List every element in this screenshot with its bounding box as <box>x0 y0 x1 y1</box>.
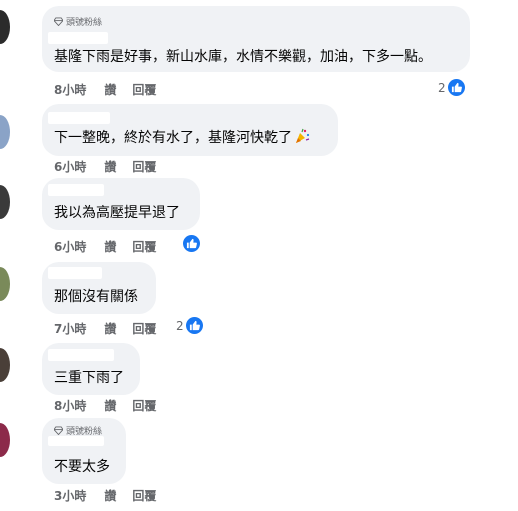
comment-actions: 7小時 讚 回覆 <box>54 320 156 337</box>
avatar[interactable] <box>0 348 10 382</box>
comment-actions: 3小時 讚 回覆 <box>54 487 156 504</box>
commenter-name[interactable] <box>48 184 104 196</box>
comment-text: 那個沒有關係 <box>54 289 138 305</box>
reply-button[interactable]: 回覆 <box>132 81 156 98</box>
comment-text: 下一整晚，終於有水了，基隆河快乾了 <box>54 128 310 147</box>
thumbs-up-icon <box>185 317 203 334</box>
comment-timestamp[interactable]: 8小時 <box>54 397 86 414</box>
comment-bubble: 下一整晚，終於有水了，基隆河快乾了 <box>42 104 338 156</box>
commenter-name[interactable] <box>48 267 102 279</box>
commenter-name[interactable] <box>48 436 104 446</box>
like-button[interactable]: 讚 <box>104 158 116 175</box>
thumbs-up-icon <box>183 235 200 252</box>
comment-text: 我以為高壓提早退了 <box>54 205 180 221</box>
like-button[interactable]: 讚 <box>104 397 116 414</box>
comment-text: 不要太多 <box>54 459 110 475</box>
reaction-count-number: 2 <box>438 80 446 95</box>
commenter-name[interactable] <box>48 349 114 361</box>
comment-bubble: 我以為高壓提早退了 <box>42 178 200 230</box>
comment-text-content: 下一整晚，終於有水了，基隆河快乾了 <box>54 130 292 146</box>
avatar[interactable] <box>0 115 10 149</box>
comment-actions: 6小時 讚 回覆 <box>54 158 156 175</box>
diamond-icon <box>54 426 63 435</box>
commenter-name[interactable] <box>48 112 110 124</box>
comment-timestamp[interactable]: 7小時 <box>54 320 86 337</box>
comment-bubble: 頭號粉絲 不要太多 <box>42 418 126 484</box>
party-popper-icon <box>296 128 310 143</box>
reply-button[interactable]: 回覆 <box>132 158 156 175</box>
comment-text: 三重下雨了 <box>54 370 124 386</box>
commenter-name[interactable] <box>48 32 108 44</box>
like-button[interactable]: 讚 <box>104 81 116 98</box>
reply-button[interactable]: 回覆 <box>132 320 156 337</box>
reply-button[interactable]: 回覆 <box>132 397 156 414</box>
comment-bubble: 三重下雨了 <box>42 343 140 395</box>
comment-bubble: 頭號粉絲 基隆下雨是好事，新山水庫，水情不樂觀，加油，下多一點。 <box>42 6 470 72</box>
comment-timestamp[interactable]: 6小時 <box>54 158 86 175</box>
reply-button[interactable]: 回覆 <box>132 238 156 255</box>
reaction-count[interactable]: 2 <box>438 79 465 96</box>
badge-label: 頭號粉絲 <box>66 18 103 28</box>
avatar[interactable] <box>0 185 10 219</box>
like-button[interactable]: 讚 <box>104 320 116 337</box>
reaction-count[interactable] <box>181 235 200 252</box>
avatar[interactable] <box>0 267 10 301</box>
comment-bubble: 那個沒有關係 <box>42 262 156 314</box>
comment-actions: 8小時 讚 回覆 <box>54 81 156 98</box>
reaction-count[interactable]: 2 <box>176 317 203 334</box>
comment-timestamp[interactable]: 3小時 <box>54 487 86 504</box>
comment-timestamp[interactable]: 8小時 <box>54 81 86 98</box>
reply-button[interactable]: 回覆 <box>132 487 156 504</box>
like-button[interactable]: 讚 <box>104 238 116 255</box>
like-button[interactable]: 讚 <box>104 487 116 504</box>
avatar[interactable] <box>0 10 10 44</box>
comment-text: 基隆下雨是好事，新山水庫，水情不樂觀，加油，下多一點。 <box>54 49 432 65</box>
thumbs-up-icon <box>447 79 465 96</box>
comment-timestamp[interactable]: 6小時 <box>54 238 86 255</box>
diamond-icon <box>54 17 63 26</box>
reaction-count-number: 2 <box>176 318 184 333</box>
top-fan-badge: 頭號粉絲 <box>54 15 102 28</box>
comment-actions: 6小時 讚 回覆 <box>54 238 156 255</box>
avatar[interactable] <box>0 423 10 457</box>
comment-actions: 8小時 讚 回覆 <box>54 397 156 414</box>
